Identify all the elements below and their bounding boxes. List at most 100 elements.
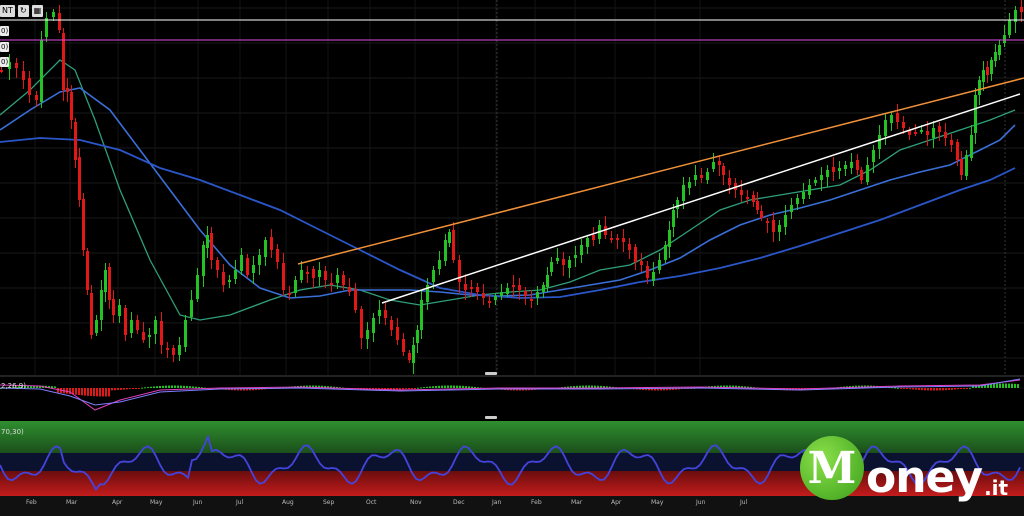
candle-body-112 [634, 247, 637, 262]
month-label: Jan [492, 499, 502, 506]
candle-body-126 [712, 162, 715, 169]
candle-body-162 [920, 130, 923, 132]
candle-body-4 [28, 78, 31, 95]
candle-body-166 [944, 132, 947, 138]
candle-body-118 [668, 230, 671, 247]
macd-bar-99 [99, 388, 101, 397]
candle-body-75 [420, 300, 423, 330]
macd-bar-453 [453, 385, 455, 388]
indicator-label-2[interactable]: 0) [0, 42, 10, 52]
candle-body-140 [790, 205, 793, 212]
candle-body-55 [306, 272, 309, 274]
candle-body-149 [844, 165, 847, 169]
macd-bar-918 [918, 388, 920, 390]
macd-label[interactable]: 2,26,9) [0, 381, 27, 391]
candle-body-129 [728, 178, 731, 185]
indicator-label-3[interactable]: 0) [0, 57, 10, 67]
macd-bar-399 [399, 388, 401, 390]
toolbar: NT ↻ ▦ [0, 4, 44, 18]
candle-body-53 [294, 280, 297, 293]
candle-body-43 [234, 270, 237, 279]
macd-bar-108 [108, 388, 110, 397]
panel-resize-handle-2[interactable] [485, 416, 497, 419]
candle-body-98 [550, 262, 553, 272]
macd-bar-90 [90, 388, 92, 397]
macd-bar-450 [450, 385, 452, 388]
candle-body-27 [142, 332, 145, 340]
macd-background [0, 377, 1024, 415]
candle-body-124 [700, 175, 703, 178]
candle-body-96 [542, 285, 545, 292]
macd-bar-147 [147, 387, 149, 389]
candle-body-156 [884, 120, 887, 136]
macd-bar-921 [921, 388, 923, 391]
candle-body-18 [95, 320, 98, 333]
macd-bar-141 [141, 387, 143, 389]
macd-bar-162 [162, 385, 164, 388]
macd-bar-150 [150, 386, 152, 388]
calendar-icon[interactable]: ▦ [31, 5, 44, 17]
candle-body-14 [78, 157, 81, 200]
candle-body-150 [850, 162, 853, 168]
macd-bar-1005 [1005, 383, 1007, 388]
candle-body-73 [412, 345, 415, 363]
macd-bar-96 [96, 388, 98, 397]
macd-bar-159 [159, 385, 161, 388]
candle-body-85 [476, 287, 479, 292]
candle-body-13 [74, 122, 77, 160]
candle-body-158 [896, 113, 899, 122]
indicator-label-1[interactable]: 0) [0, 26, 10, 36]
candle-body-28 [148, 335, 151, 337]
candle-body-74 [416, 330, 419, 343]
candle-body-48 [264, 240, 267, 257]
candle-body-121 [682, 185, 685, 201]
candle-body-21 [108, 267, 111, 300]
candle-body-161 [914, 132, 917, 134]
logo-m-badge: M [800, 436, 864, 500]
candle-body-163 [926, 131, 929, 135]
candle-body-174 [982, 70, 985, 82]
candle-body-111 [628, 244, 631, 250]
month-label: Sep [323, 499, 335, 506]
candle-body-90 [506, 288, 509, 294]
macd-bar-57 [57, 388, 59, 393]
candle-body-31 [166, 348, 169, 350]
month-label: Apr [611, 499, 622, 506]
macd-bar-135 [135, 388, 137, 389]
candle-body-138 [778, 225, 781, 232]
candle-body-42 [228, 280, 231, 282]
candle-body-120 [676, 200, 679, 209]
rsi-label[interactable]: 70,30) [0, 427, 25, 437]
macd-bar-180 [180, 385, 182, 388]
macd-bar-120 [120, 388, 122, 390]
candle-body-87 [488, 301, 491, 303]
candle-body-94 [530, 299, 533, 301]
macd-bar-996 [996, 383, 998, 388]
candle-body-104 [586, 238, 589, 247]
macd-bar-198 [198, 386, 200, 388]
candle-body-179 [1003, 35, 1006, 43]
candle-body-103 [580, 245, 583, 255]
month-label: Jul [740, 499, 748, 506]
macd-bar-900 [900, 388, 902, 389]
candle-body-109 [616, 238, 619, 240]
macd-bar-144 [144, 387, 146, 389]
candle-body-128 [722, 166, 725, 175]
month-label: May [150, 499, 163, 506]
panel-resize-handle-1[interactable] [485, 372, 497, 375]
candle-body-15 [82, 199, 85, 250]
macd-bar-411 [411, 388, 413, 389]
macd-bar-429 [429, 386, 431, 388]
macd-bar-474 [474, 386, 476, 388]
candle-body-56 [312, 269, 315, 278]
macd-bar-927 [927, 388, 929, 391]
toolbar-label[interactable]: NT [0, 5, 15, 17]
candle-body-154 [872, 150, 875, 162]
macd-bar-111 [111, 388, 113, 391]
candle-body-68 [384, 310, 387, 318]
macd-bar-408 [408, 388, 410, 389]
macd-bar-126 [126, 388, 128, 390]
macd-bar-138 [138, 388, 140, 389]
candle-body-22 [112, 299, 115, 315]
refresh-icon[interactable]: ↻ [17, 5, 29, 17]
